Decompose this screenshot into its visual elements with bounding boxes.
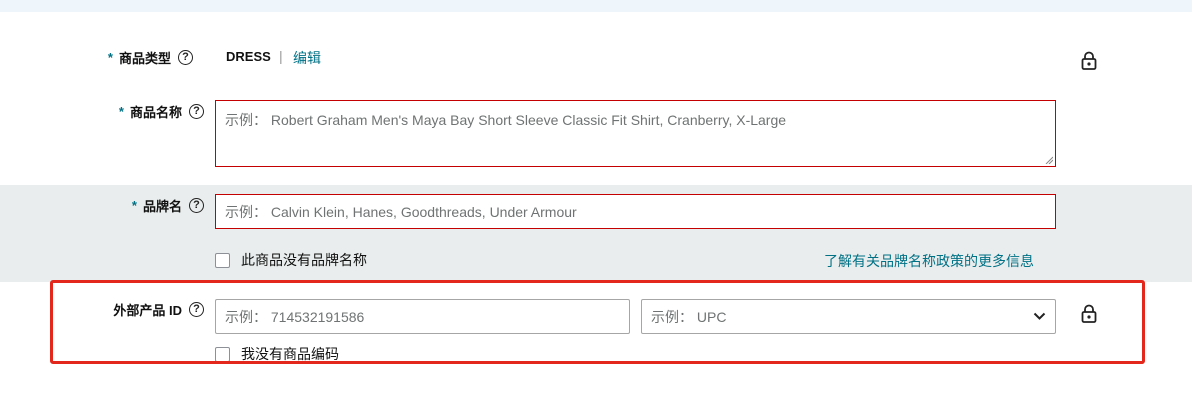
brand-policy-link[interactable]: 了解有关品牌名称政策的更多信息 bbox=[824, 251, 1034, 271]
product-type-value: DRESS bbox=[226, 49, 271, 64]
resize-handle-icon[interactable] bbox=[1045, 156, 1053, 164]
product-name-placeholder: 示例： Robert Graham Men's Maya Bay Short S… bbox=[225, 112, 787, 128]
top-band bbox=[0, 0, 1192, 12]
edit-product-type-link[interactable]: 编辑 bbox=[293, 48, 321, 68]
brand-name-placeholder: 示例： Calvin Klein, Hanes, Goodthreads, Un… bbox=[225, 203, 577, 220]
question-circle-icon[interactable]: ? bbox=[189, 197, 204, 213]
brand-name-label: 品牌名 bbox=[142, 198, 182, 214]
no-brand-checkbox[interactable] bbox=[215, 252, 230, 268]
question-circle-icon[interactable]: ? bbox=[178, 49, 193, 65]
product-type-label-group: * 商品类型 ? bbox=[60, 47, 193, 67]
no-brand-checkbox-label[interactable]: 此商品没有品牌名称 bbox=[241, 250, 367, 270]
brand-name-input[interactable]: 示例： Calvin Klein, Hanes, Goodthreads, Un… bbox=[215, 194, 1056, 229]
brand-name-label-group: * 品牌名 ? bbox=[60, 195, 204, 215]
product-type-label: 商品类型 bbox=[118, 50, 171, 66]
required-mark: * bbox=[107, 49, 113, 65]
highlight-box bbox=[50, 280, 1145, 364]
lock-icon bbox=[1081, 51, 1097, 70]
product-name-label: 商品名称 bbox=[129, 104, 182, 120]
separator: | bbox=[279, 48, 283, 64]
required-mark: * bbox=[118, 103, 124, 119]
product-name-label-group: * 商品名称 ? bbox=[60, 101, 204, 121]
product-name-input[interactable]: 示例： Robert Graham Men's Maya Bay Short S… bbox=[215, 100, 1056, 167]
required-mark: * bbox=[131, 197, 137, 213]
question-circle-icon[interactable]: ? bbox=[189, 103, 204, 119]
no-brand-checkbox-row[interactable]: 此商品没有品牌名称 bbox=[215, 250, 367, 270]
